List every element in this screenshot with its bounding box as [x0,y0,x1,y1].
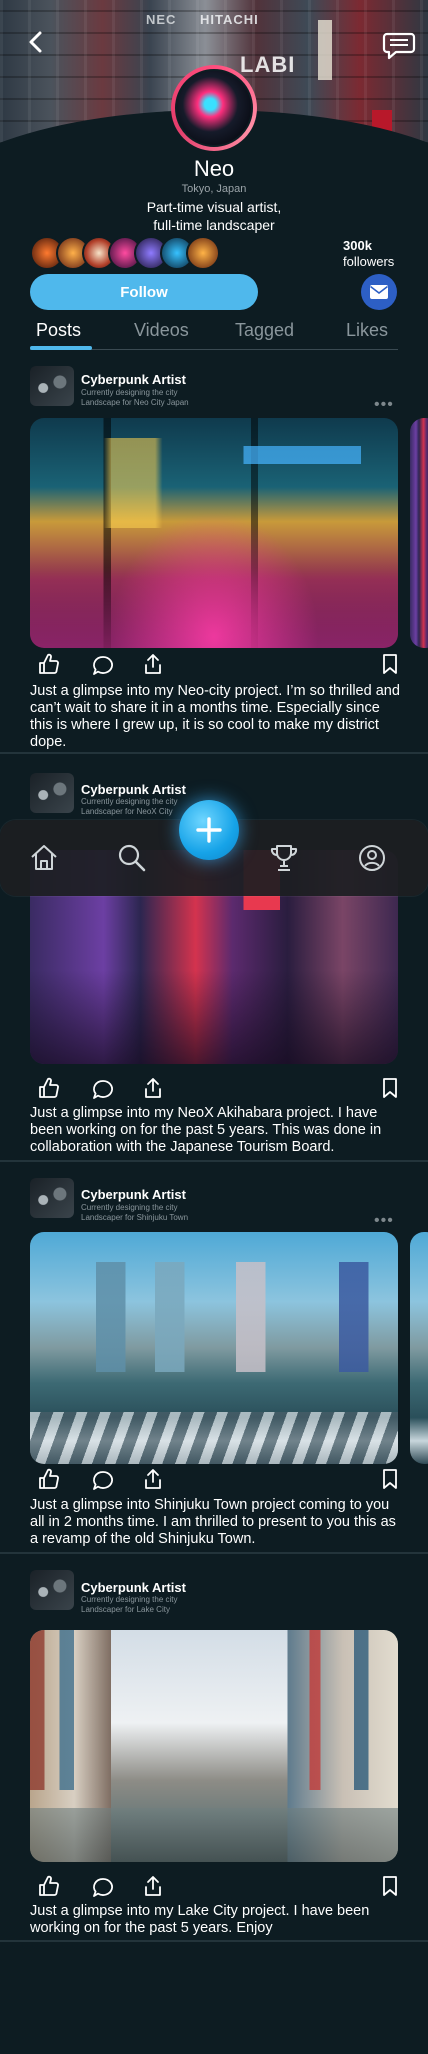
next-image-preview[interactable] [410,418,428,648]
cover-sign: HITACHI [200,12,259,27]
share-icon[interactable] [141,1076,165,1100]
active-tab-indicator [30,346,92,350]
bookmark-icon[interactable] [378,1076,402,1100]
like-icon[interactable] [37,652,61,676]
back-button[interactable] [24,28,48,56]
divider [0,1552,428,1554]
post-caption: Just a glimpse into Shinjuku Town projec… [30,1497,396,1547]
subtitle-line: Landscape for Neo City Japan [81,398,189,407]
subtitle-line: Currently designing the city [81,1203,178,1212]
comment-icon[interactable] [91,654,115,678]
follower-avatars[interactable] [30,236,220,270]
post-caption: Just a glimpse into my NeoX Akihabara pr… [30,1105,382,1155]
more-options-icon[interactable]: ••• [374,1212,394,1230]
comment-icon[interactable] [91,1469,115,1493]
add-icon [196,817,222,843]
post-author-name[interactable]: Cyberpunk Artist [81,372,186,387]
post-image[interactable] [30,1630,398,1862]
post-author-subtitle: Currently designing the city Landscaper … [81,1595,221,1615]
post-author-avatar[interactable] [30,1570,74,1610]
profile-icon[interactable] [356,842,388,874]
next-image-preview[interactable] [410,1232,428,1464]
tab-likes[interactable]: Likes [346,320,388,341]
follow-button[interactable]: Follow [30,274,258,310]
subtitle-line: Currently designing the city [81,1595,178,1604]
cover-sign: LABI [240,52,296,77]
post-author-name[interactable]: Cyberpunk Artist [81,1580,186,1595]
share-icon[interactable] [141,1467,165,1491]
comment-icon[interactable] [91,1876,115,1900]
post-caption: Just a glimpse into my Neo-city project.… [30,683,400,750]
profile-location: Tokyo, Japan [181,183,247,195]
subtitle-line: Landscaper for Shinjuku Town [81,1213,189,1222]
more-options-icon[interactable]: ••• [374,396,394,414]
post-author-avatar[interactable] [30,366,74,406]
post-author-name[interactable]: Cyberpunk Artist [81,1187,186,1202]
share-icon[interactable] [141,1874,165,1898]
post-author-subtitle: Currently designing the city Landscape f… [81,388,221,408]
tab-tagged[interactable]: Tagged [235,320,294,341]
post-image[interactable] [30,418,398,648]
divider [0,752,428,754]
profile-bio: Part-time visual artist, full-time lands… [114,198,314,234]
like-icon[interactable] [37,1467,61,1491]
bio-line: full-time landscaper [153,217,275,233]
trophy-icon[interactable] [268,842,300,874]
post-image[interactable] [30,1232,398,1464]
subtitle-line: Currently designing the city [81,388,178,397]
followers-label: followers [343,254,395,269]
tab-videos[interactable]: Videos [134,320,189,341]
post-author-avatar[interactable] [30,1178,74,1218]
divider [0,1160,428,1162]
profile-tabs: Posts Videos Tagged Likes [30,318,398,350]
create-post-button[interactable] [179,800,239,860]
post-author-avatar[interactable] [30,773,74,813]
bookmark-icon[interactable] [378,652,402,676]
comment-icon[interactable] [91,1078,115,1102]
share-icon[interactable] [141,652,165,676]
divider [0,1940,428,1942]
profile-name: Neo [193,156,235,181]
like-icon[interactable] [37,1874,61,1898]
search-icon[interactable] [116,842,148,874]
followers-count: 300k [343,238,372,253]
bookmark-icon[interactable] [378,1874,402,1898]
post-author-name[interactable]: Cyberpunk Artist [81,782,186,797]
like-icon[interactable] [37,1076,61,1100]
profile-avatar[interactable] [171,65,257,151]
messages-button[interactable] [382,30,416,60]
home-icon[interactable] [28,842,60,874]
mail-icon [370,285,388,299]
post-author-subtitle: Currently designing the city Landscaper … [81,1203,221,1223]
tab-posts[interactable]: Posts [36,320,81,341]
bookmark-icon[interactable] [378,1467,402,1491]
subtitle-line: Landscaper for Lake City [81,1605,170,1614]
cover-sign: NEC [146,12,177,27]
mail-button[interactable] [361,274,397,310]
bio-line: Part-time visual artist, [146,199,282,215]
post-caption: Just a glimpse into my Lake City project… [30,1903,370,1936]
